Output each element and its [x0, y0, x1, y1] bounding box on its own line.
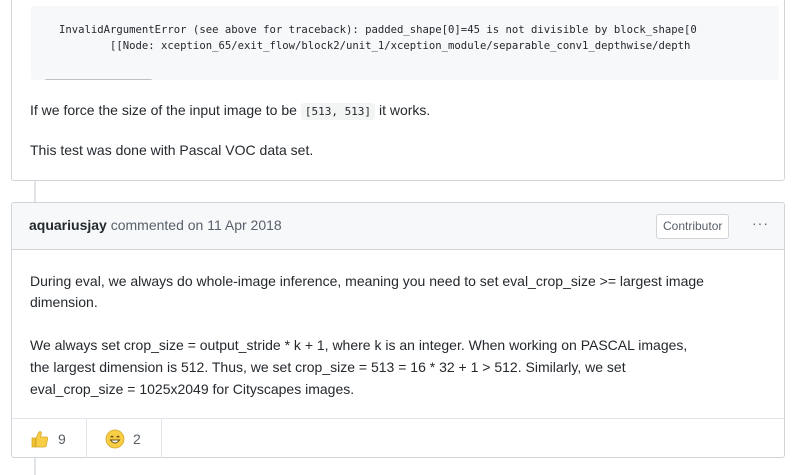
code-block: InvalidArgumentError (see above for trac… [31, 6, 779, 80]
contributor-badge: Contributor [656, 214, 730, 239]
code-line: InvalidArgumentError (see above for trac… [59, 24, 697, 36]
inline-code: [513, 513] [300, 103, 376, 120]
comment-paragraph: We always set crop_size = output_stride … [30, 337, 688, 353]
comment-meta: aquariusjay commented on 11 Apr 2018 [29, 217, 282, 233]
reaction-thumbs-up[interactable]: 9 [12, 419, 87, 458]
comment-paragraph: dimension. [30, 294, 98, 310]
comment-paragraph: During eval, we always do whole-image in… [30, 273, 704, 289]
comment-header: aquariusjay commented on 11 Apr 2018 Con… [12, 203, 784, 250]
comment-timestamp[interactable]: commented on 11 Apr 2018 [111, 217, 282, 233]
more-horizontal-icon[interactable]: ··· [752, 215, 769, 231]
text: it works. [375, 102, 431, 118]
thumbs-up-icon [30, 429, 50, 449]
comment: aquariusjay commented on 11 Apr 2018 Con… [11, 202, 785, 458]
comment-paragraph: the largest dimension is 512. Thus, we s… [30, 359, 626, 375]
text: If we force the size of the input image … [30, 102, 301, 118]
reaction-count: 9 [58, 430, 66, 447]
reaction-laugh[interactable]: 2 [87, 419, 162, 458]
timeline-connector [34, 181, 36, 202]
author-link[interactable]: aquariusjay [29, 217, 107, 233]
comment-paragraph: eval_crop_size = 1025x2049 for Cityscape… [30, 381, 355, 397]
comment-paragraph: This test was done with Pascal VOC data … [30, 142, 314, 158]
laugh-icon [105, 429, 125, 449]
reaction-bar: 9 2 [12, 418, 784, 458]
code-line: [[Node: xception_65/exit_flow/block2/uni… [59, 40, 691, 52]
timeline-connector [34, 458, 36, 475]
comment-paragraph: If we force the size of the input image … [30, 100, 430, 122]
code-scrollbar[interactable] [43, 79, 154, 80]
previous-comment: InvalidArgumentError (see above for trac… [11, 0, 785, 181]
reaction-count: 2 [133, 430, 141, 447]
